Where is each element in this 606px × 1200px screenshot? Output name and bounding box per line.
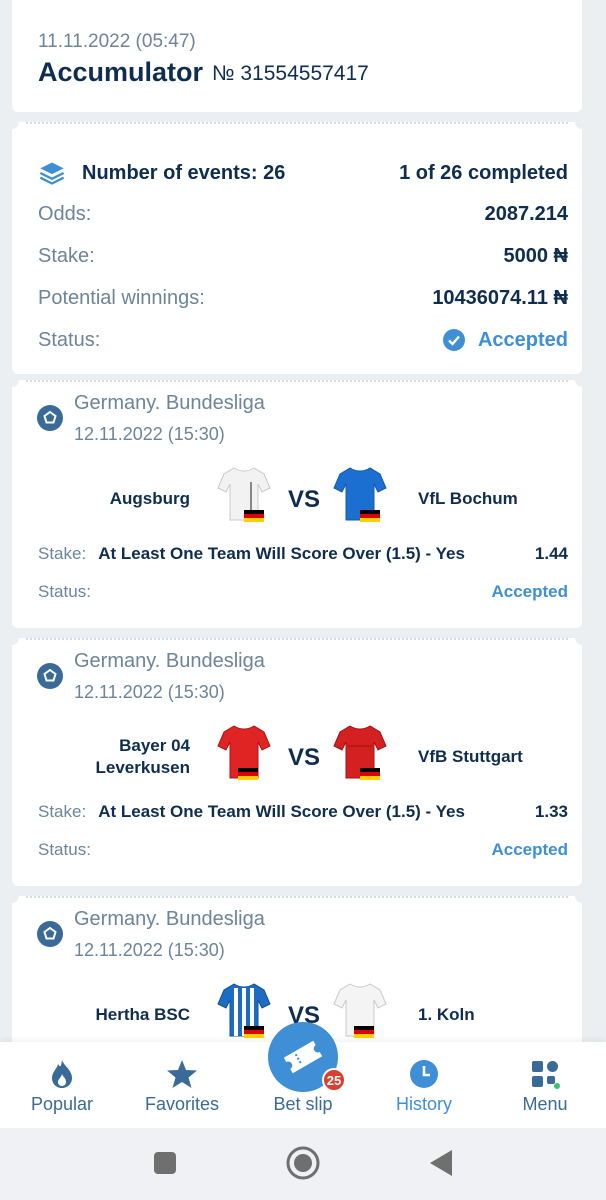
nav-betslip[interactable]: Bet slip [243,1042,363,1128]
nav-menu-label: Menu [522,1094,568,1114]
football-icon [37,921,63,947]
event-status-label: Status: [38,840,91,859]
event-status-row: Status: Accepted [38,582,568,602]
stake-label: Stake: [38,244,95,267]
nav-favorites[interactable]: Favorites [122,1042,242,1128]
home-icon[interactable] [285,1145,321,1181]
league-name: Germany. Bundesliga [74,650,265,672]
away-team: 1. Koln [418,1005,475,1024]
home-shirt-icon [217,983,271,1038]
back-icon[interactable] [428,1148,454,1178]
nav-favorites-label: Favorites [144,1094,220,1114]
away-shirt-icon [333,725,387,780]
events-count: Number of events: 26 [82,161,286,184]
stake-row: Stake: 5000 ₦ [38,241,568,271]
bet-date: 11.11.2022 (05:47) [38,31,196,52]
bet-selection: At Least One Team Will Score Over (1.5) … [98,802,465,821]
bet-selection: At Least One Team Will Score Over (1.5) … [98,544,465,563]
event-status-value: Accepted [491,582,568,601]
bet-odds: 1.33 [534,802,568,821]
recent-apps-icon[interactable] [152,1150,178,1176]
divider [26,896,568,898]
home-team: Hertha BSC [95,1005,190,1024]
system-nav-bar [0,1128,606,1200]
divider [26,380,568,382]
germany-flag-icon [244,1026,264,1038]
nav-menu[interactable]: Menu [485,1042,605,1128]
clock-icon [410,1060,438,1088]
bet-number: № 31554557417 [212,62,369,85]
away-shirt-icon [333,467,387,522]
home-team: Bayer 04 Leverkusen [30,735,191,779]
events-row: Number of events: 26 1 of 26 completed [38,158,568,188]
nav-popular[interactable]: Popular [2,1042,122,1128]
nav-betslip-label: Bet slip [273,1094,333,1114]
bet-stake-label: Stake: [38,544,87,563]
odds-value: 2087.214 [484,202,568,225]
winnings-label: Potential winnings: [38,286,205,309]
divider [26,122,568,124]
football-icon [37,663,63,689]
star-icon [167,1060,197,1088]
bet-odds: 1.44 [534,544,568,563]
event-date: 12.11.2022 (15:30) [74,682,225,702]
league-name: Germany. Bundesliga [74,392,265,414]
winnings-row: Potential winnings: 10436074.11 ₦ [38,283,568,313]
away-team: VfL Bochum [418,489,518,508]
events-completed: 1 of 26 completed [399,161,568,184]
bet-stake-label: Stake: [38,802,87,821]
bet-row: Stake: At Least One Team Will Score Over… [38,544,568,564]
event-status-label: Status: [38,582,91,601]
divider [26,638,568,640]
nav-history-label: History [395,1094,452,1114]
odds-label: Odds: [38,202,92,225]
germany-flag-icon [360,510,380,522]
home-team: Augsburg [109,489,190,508]
flame-icon [52,1060,72,1088]
bet-header-card: 11.11.2022 (05:47) Accumulator № 3155455… [12,0,582,112]
status-value: Accepted [477,328,568,351]
odds-row: Odds: 2087.214 [38,199,568,229]
home-team-line1: Bayer 04 [119,736,190,755]
event-card[interactable]: Germany. Bundesliga 12.11.2022 (15:30) B… [5,631,589,886]
nav-popular-label: Popular [30,1094,94,1114]
status-label: Status: [38,328,101,351]
league-name: Germany. Bundesliga [74,908,265,930]
event-card[interactable]: Germany. Bundesliga 12.11.2022 (15:30) A… [5,373,589,628]
home-shirt-icon [217,725,271,780]
home-team-line2: Leverkusen [95,758,191,777]
football-icon [37,405,63,431]
grid-menu-icon [532,1061,560,1089]
vs-label: VS [288,744,321,771]
event-date: 12.11.2022 (15:30) [74,940,225,960]
vs-label: VS [288,486,321,513]
bet-row: Stake: At Least One Team Will Score Over… [38,802,568,822]
germany-flag-icon [244,510,264,522]
layers-icon [39,162,65,185]
bet-summary-card: Number of events: 26 1 of 26 completed O… [5,115,589,374]
event-status-value: Accepted [491,840,568,859]
bottom-nav: Popular Favorites 25 Bet slip History Me… [0,1022,606,1128]
event-status-row: Status: Accepted [38,840,568,860]
event-date: 12.11.2022 (15:30) [74,424,225,444]
bet-type-title: Accumulator [38,57,204,87]
germany-flag-icon [238,768,258,780]
away-team: VfB Stuttgart [418,747,523,766]
home-shirt-icon [217,467,271,522]
germany-flag-icon [360,768,380,780]
status-row: Status: Accepted [38,325,568,355]
check-circle-icon [442,329,465,351]
winnings-value: 10436074.11 ₦ [432,286,568,309]
away-shirt-icon [333,983,387,1038]
stake-value: 5000 ₦ [503,244,569,267]
germany-flag-icon [354,1026,374,1038]
nav-history[interactable]: History [364,1042,484,1128]
